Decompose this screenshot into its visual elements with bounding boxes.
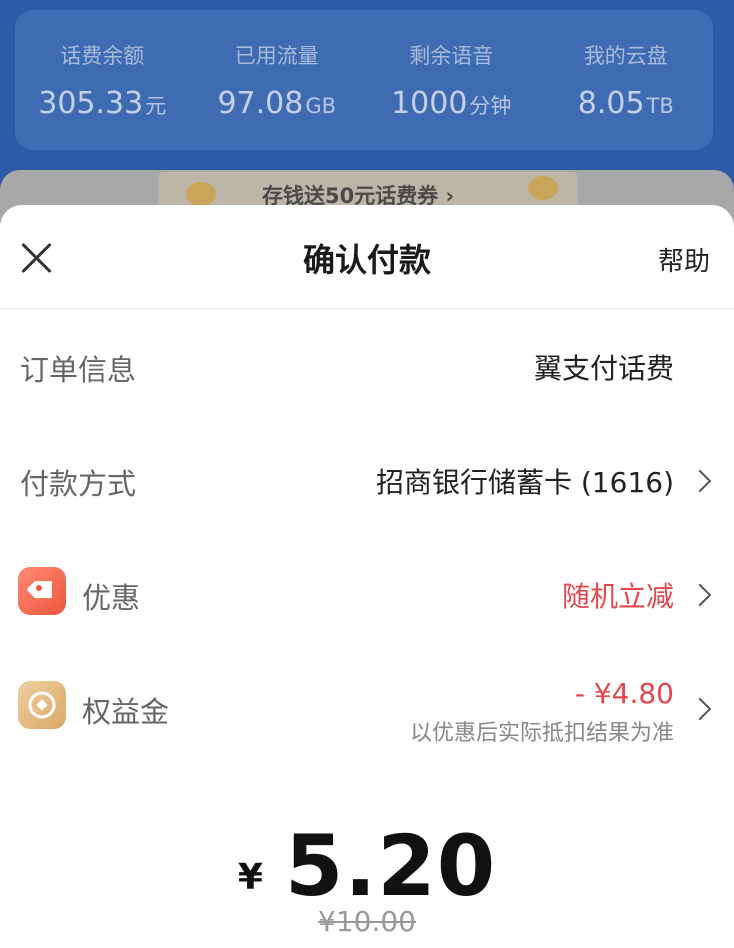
- order-info-row: 订单信息 翼支付话费: [0, 323, 734, 413]
- stat-unit: 分钟: [469, 93, 512, 118]
- payment-amount: ¥5.20: [0, 817, 734, 915]
- help-button[interactable]: 帮助: [658, 241, 710, 278]
- stat-label: 话费余额: [60, 43, 145, 68]
- stat-unit: 元: [145, 93, 167, 118]
- stat-data-used[interactable]: 已用流量 97.08GB: [192, 40, 362, 121]
- benefit-note: 以优惠后实际抵扣结果为准: [409, 721, 674, 746]
- benefit-label: 权益金: [82, 695, 170, 729]
- payment-method-label: 付款方式: [20, 467, 137, 501]
- discount-label: 优惠: [82, 581, 141, 615]
- stat-value: 97.08: [217, 85, 304, 121]
- payment-method-value: 招商银行储蓄卡 (1616): [375, 466, 674, 499]
- benefit-row[interactable]: 权益金 - ¥4.80 以优惠后实际抵扣结果为准: [0, 665, 734, 755]
- amount-value: 5.20: [284, 817, 497, 915]
- stat-value: 305.33: [38, 85, 144, 121]
- stat-label: 剩余语音: [409, 43, 494, 68]
- order-info-value: 翼支付话费: [533, 352, 674, 385]
- account-stats-card: 话费余额 305.33元 已用流量 97.08GB 剩余语音 1000分钟 我的…: [15, 10, 713, 150]
- original-price: ¥10.00: [318, 905, 416, 938]
- stat-unit: GB: [305, 93, 337, 118]
- coin-icon: [528, 176, 558, 200]
- stat-balance[interactable]: 话费余额 305.33元: [17, 40, 187, 121]
- stat-label: 我的云盘: [583, 43, 668, 68]
- stat-unit: TB: [646, 93, 674, 118]
- discount-row[interactable]: 优惠 随机立减: [0, 551, 734, 641]
- stat-label: 已用流量: [234, 43, 319, 68]
- payment-method-row[interactable]: 付款方式 招商银行储蓄卡 (1616): [0, 437, 734, 527]
- discount-value: 随机立减: [561, 580, 674, 613]
- chevron-right-icon: [688, 583, 712, 607]
- coin-icon: [186, 182, 216, 206]
- benefit-value: - ¥4.80: [574, 677, 674, 710]
- page-title: 确认付款: [302, 241, 431, 279]
- stat-voice-remaining[interactable]: 剩余语音 1000分钟: [366, 40, 536, 121]
- stat-value: 8.05: [577, 85, 645, 121]
- coin-icon: [18, 681, 66, 729]
- tag-icon: [18, 567, 66, 615]
- order-info-label: 订单信息: [20, 353, 137, 387]
- stat-cloud-storage[interactable]: 我的云盘 8.05TB: [541, 40, 711, 121]
- stat-value: 1000: [391, 85, 468, 121]
- chevron-right-icon: [688, 469, 712, 493]
- payment-sheet: 确认付款 帮助 订单信息 翼支付话费 付款方式 招商银行储蓄卡 (1616) 优…: [0, 205, 734, 948]
- chevron-right-icon: [688, 697, 712, 721]
- currency-symbol: ¥: [237, 857, 263, 898]
- sheet-header: 确认付款 帮助: [0, 205, 734, 309]
